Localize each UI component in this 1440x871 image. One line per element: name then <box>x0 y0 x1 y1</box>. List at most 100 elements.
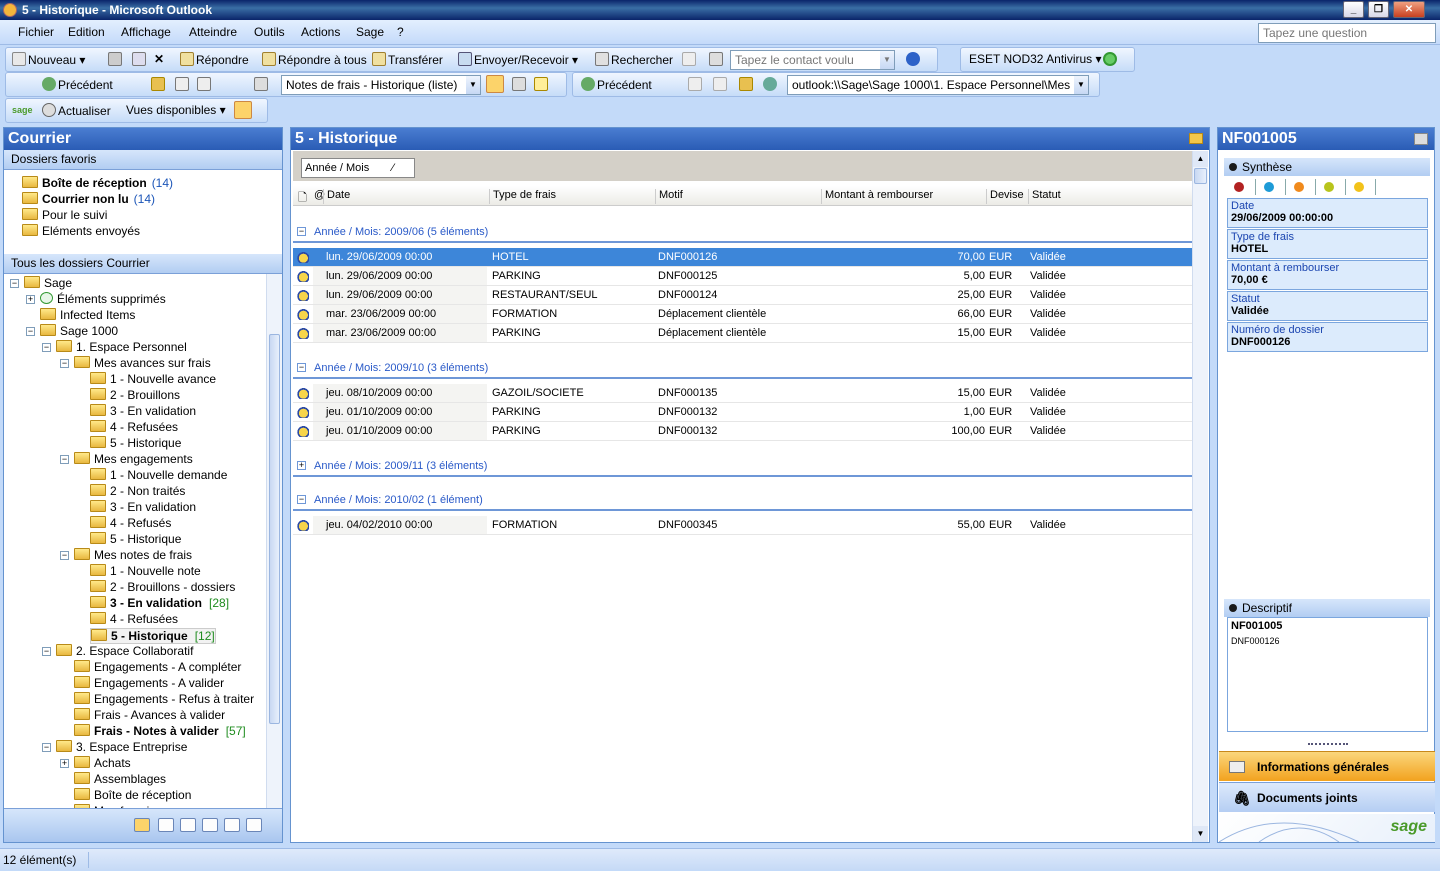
delete-icon[interactable]: ✕ <box>154 52 164 66</box>
col-devise[interactable]: Devise <box>986 189 1028 204</box>
collapse-icon[interactable]: − <box>60 359 69 368</box>
folder-tree-item[interactable]: Assemblages <box>74 772 166 786</box>
folder-tree-item[interactable]: Infected Items <box>40 308 135 322</box>
folder-tree-item[interactable]: 4 - Refusés <box>90 516 171 530</box>
print-icon[interactable] <box>108 52 124 67</box>
shortcuts-icon[interactable] <box>224 818 240 832</box>
move-icon[interactable] <box>132 52 148 67</box>
folder-tree-item[interactable]: Engagements - A valider <box>74 676 224 690</box>
menu-help[interactable]: ? <box>397 25 404 39</box>
send-receive-button[interactable]: Envoyer/Recevoir ▾ <box>458 52 578 67</box>
collapse-icon[interactable]: − <box>60 551 69 560</box>
favorite-item[interactable]: Eléments envoyés <box>22 224 140 238</box>
folder-tree-item[interactable]: Frais - Avances à valider <box>74 708 225 722</box>
table-row[interactable]: lun. 29/06/2009 00:00 PARKING DNF000125 5,0… <box>293 267 1193 286</box>
folder-tree-item[interactable]: Frais - Notes à valider [57] <box>74 724 246 738</box>
preview-icon[interactable] <box>197 77 213 92</box>
forward-button[interactable]: Transférer <box>372 52 443 67</box>
collapse-icon[interactable]: − <box>26 327 35 336</box>
folder-tree-item[interactable]: Sage 1000 <box>40 324 118 338</box>
back-button[interactable]: Précédent <box>42 77 113 92</box>
contacts-icon[interactable] <box>180 818 196 832</box>
folder-tree-item[interactable]: 5 - Historique <box>90 436 181 450</box>
minimize-button[interactable]: _ <box>1343 1 1364 18</box>
collapse-icon[interactable]: − <box>42 743 51 752</box>
folder-tree-item[interactable]: 1 - Nouvelle avance <box>90 372 216 386</box>
group-header[interactable]: − Année / Mois: 2009/06 (5 éléments) <box>293 223 1193 243</box>
help-icon[interactable] <box>906 52 922 67</box>
collapse-icon[interactable]: − <box>42 647 51 656</box>
menu-edition[interactable]: Edition <box>68 25 105 39</box>
folder-tree-item[interactable]: 2 - Brouillons <box>90 388 180 402</box>
color-tab[interactable] <box>1286 179 1316 195</box>
folder-tree-item[interactable]: 5 - Historique [12] <box>90 628 216 644</box>
all-folders-header[interactable]: Tous les dossiers Courrier <box>4 254 282 274</box>
list-scrollbar[interactable]: ▲ ▼ <box>1192 151 1208 842</box>
group-by-year-month[interactable]: Année / Mois ⁄ <box>301 158 415 178</box>
collapse-icon[interactable]: − <box>297 227 306 236</box>
color-tab[interactable] <box>1256 179 1286 195</box>
menu-atteindre[interactable]: Atteindre <box>189 25 237 39</box>
tasks-icon[interactable] <box>202 818 218 832</box>
expand-icon[interactable]: + <box>60 759 69 768</box>
tree-scrollbar[interactable] <box>266 274 282 809</box>
menu-actions[interactable]: Actions <box>301 25 340 39</box>
folder-tree-item[interactable]: 2. Espace Collaboratif <box>56 644 193 658</box>
new-button[interactable]: Nouveau ▾ <box>12 52 85 67</box>
sync-icon[interactable] <box>512 77 528 92</box>
refresh-button[interactable]: Actualiser <box>42 103 111 118</box>
folder-tree-item[interactable]: Engagements - A compléter <box>74 660 241 674</box>
mail-icon[interactable] <box>134 818 150 832</box>
find-icon[interactable] <box>534 77 550 92</box>
home-icon[interactable] <box>739 77 755 92</box>
collapse-icon[interactable]: − <box>60 455 69 464</box>
reply-all-button[interactable]: Répondre à tous <box>262 52 367 67</box>
color-tab[interactable] <box>1316 179 1346 195</box>
menu-affichage[interactable]: Affichage <box>121 25 171 39</box>
folder-tree-item[interactable]: 1 - Nouvelle demande <box>90 468 227 482</box>
splitter-handle[interactable] <box>1308 743 1348 746</box>
scroll-up-icon[interactable]: ▲ <box>1193 151 1208 167</box>
menu-sage[interactable]: Sage <box>356 25 384 39</box>
synthese-section-header[interactable]: Synthèse <box>1224 158 1430 176</box>
table-row[interactable]: jeu. 04/02/2010 00:00 FORMATION DNF000345 5… <box>293 516 1193 535</box>
group-header[interactable]: − Année / Mois: 2009/10 (3 éléments) <box>293 359 1193 379</box>
menu-fichier[interactable]: Fichier <box>18 25 54 39</box>
group-header[interactable]: + Année / Mois: 2009/11 (3 éléments) <box>293 457 1193 477</box>
list-scroll-thumb[interactable] <box>1194 168 1207 184</box>
icon-column-header[interactable]: 🗋 <box>295 189 307 204</box>
stop-icon[interactable] <box>688 77 704 92</box>
folder-tree-item[interactable]: Boîte de réception <box>74 788 191 802</box>
color-tab[interactable] <box>1226 179 1256 195</box>
col-motif[interactable]: Motif <box>655 189 821 204</box>
folder-tree-item[interactable]: Mes avances sur frais <box>74 356 211 370</box>
settings-icon[interactable] <box>1414 133 1428 145</box>
rules-icon[interactable] <box>254 77 270 92</box>
folder-tree-item[interactable]: 5 - Historique <box>90 532 181 546</box>
contact-search-input[interactable]: Tapez le contact voulu ▼ <box>730 50 895 70</box>
attached-docs-button[interactable]: 🖇 Documents joints <box>1219 782 1435 812</box>
folder-tree-item[interactable]: 2 - Brouillons - dossiers <box>90 580 235 594</box>
folder-list-icon[interactable] <box>246 818 262 832</box>
sage-search-icon[interactable] <box>234 101 254 120</box>
table-row[interactable]: mar. 23/06/2009 00:00 FORMATION Déplacemen… <box>293 305 1193 324</box>
folder-tree-item[interactable]: 2 - Non traités <box>90 484 185 498</box>
folder-tree-item[interactable]: Mes notes de frais <box>74 548 192 562</box>
refresh-page-icon[interactable] <box>713 77 729 92</box>
folder-tree-item[interactable]: 3 - En validation <box>90 500 196 514</box>
folder-tree-item[interactable]: Achats <box>74 756 131 770</box>
address-input[interactable]: outlook:\\Sage\Sage 1000\1. Espace Perso… <box>787 75 1089 95</box>
web-search-icon[interactable] <box>763 77 779 92</box>
descriptif-section-header[interactable]: Descriptif <box>1224 599 1430 617</box>
col-statut[interactable]: Statut <box>1028 189 1193 204</box>
antivirus-button[interactable]: ESET NOD32 Antivirus ▾ <box>969 52 1102 66</box>
scroll-down-icon[interactable]: ▼ <box>1193 826 1208 842</box>
search-button[interactable]: Rechercher <box>595 52 673 67</box>
antivirus-status-icon[interactable] <box>1103 52 1119 67</box>
group-header[interactable]: − Année / Mois: 2010/02 (1 élément) <box>293 491 1193 511</box>
expand-icon[interactable]: + <box>297 461 306 470</box>
folder-tree-item[interactable]: 1. Espace Personnel <box>56 340 187 354</box>
calendar-icon[interactable] <box>158 818 174 832</box>
folder-tree-item[interactable]: Éléments supprimés <box>40 292 166 306</box>
collapse-icon[interactable]: − <box>10 279 19 288</box>
